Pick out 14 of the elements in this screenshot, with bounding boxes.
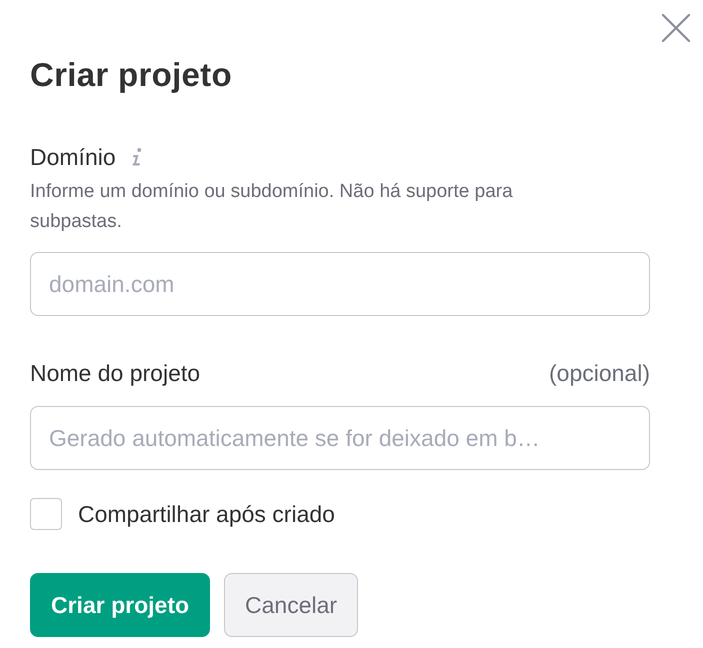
close-icon bbox=[662, 14, 690, 42]
checkbox[interactable] bbox=[30, 498, 62, 530]
checkbox-label: Compartilhar após criado bbox=[78, 500, 335, 528]
input-field[interactable]: domain.com bbox=[30, 252, 650, 316]
optional-note: (opcional) bbox=[549, 359, 650, 387]
dialog-title: Criar projeto bbox=[30, 55, 233, 95]
field-label: Domínio bbox=[30, 143, 116, 171]
field-label: Nome do projeto bbox=[30, 359, 200, 387]
close-button[interactable] bbox=[662, 14, 690, 42]
field-hint: Informe um domínio ou subdomínio. Não há suporte para subpastas. bbox=[30, 180, 514, 234]
input-field[interactable]: Gerado automaticamente se for deixado em b… bbox=[30, 406, 650, 470]
create-project-button[interactable]: Criar projeto bbox=[30, 573, 210, 637]
cancel-button[interactable]: Cancelar bbox=[224, 573, 358, 637]
info-icon[interactable] bbox=[132, 148, 142, 166]
